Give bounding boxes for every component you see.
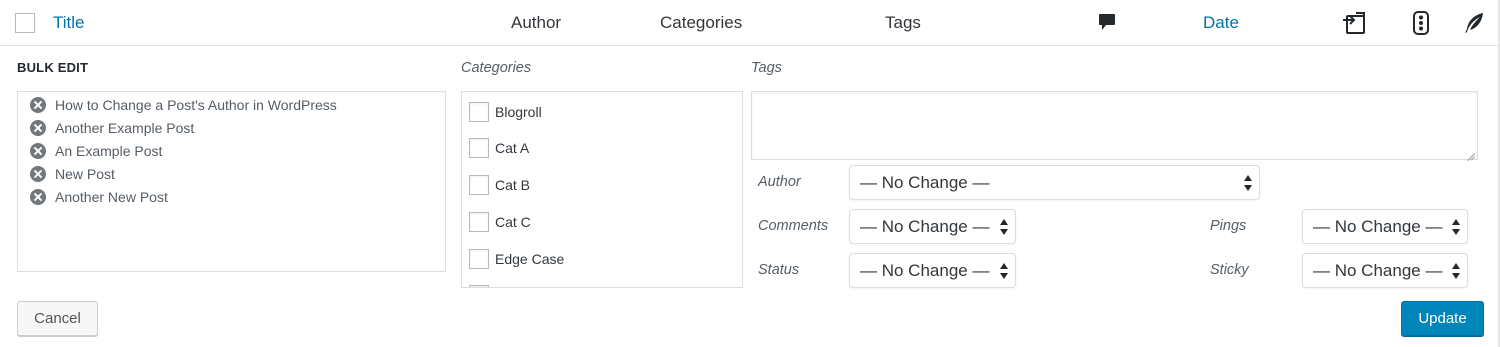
list-item-partial[interactable] — [469, 284, 495, 287]
category-checkbox[interactable] — [469, 285, 489, 287]
list-item[interactable]: Cat B — [469, 174, 530, 196]
list-item[interactable]: Cat A — [469, 137, 529, 159]
select-arrows-icon — [1000, 263, 1008, 279]
sticky-select[interactable]: — No Change — — [1302, 253, 1468, 288]
list-item: Another New Post — [30, 188, 168, 206]
list-item: How to Change a Post's Author in WordPre… — [30, 96, 337, 114]
list-item: Another Example Post — [30, 119, 194, 137]
category-checkbox[interactable] — [469, 249, 489, 269]
author-label: Author — [758, 174, 801, 190]
author-select[interactable]: — No Change — — [849, 165, 1260, 200]
post-title: An Example Post — [55, 143, 163, 159]
remove-post-icon[interactable] — [30, 97, 46, 113]
traffic-light-icon[interactable] — [1411, 11, 1431, 35]
category-checkbox[interactable] — [469, 138, 489, 158]
author-select-value: — No Change — — [860, 172, 990, 192]
status-select[interactable]: — No Change — — [849, 253, 1016, 288]
pings-label: Pings — [1210, 218, 1247, 234]
comments-label: Comments — [758, 218, 829, 234]
sticky-select-value: — No Change — — [1313, 260, 1443, 280]
category-checkbox[interactable] — [469, 175, 489, 195]
post-title: How to Change a Post's Author in WordPre… — [55, 97, 337, 113]
post-title: Another New Post — [55, 189, 168, 205]
post-title: Another Example Post — [55, 120, 195, 136]
column-tags: Tags — [885, 13, 921, 32]
category-label: Cat B — [495, 177, 531, 193]
column-title-sort-link[interactable]: Title — [53, 0, 85, 46]
pings-select-value: — No Change — — [1313, 216, 1443, 236]
column-date-sort-link[interactable]: Date — [1203, 0, 1239, 46]
list-item[interactable]: Blogroll — [469, 101, 542, 123]
update-button[interactable]: Update — [1401, 301, 1484, 336]
bulk-edit-panel: BULK EDIT How to Change a Post's Author … — [0, 47, 1500, 347]
column-author: Author — [511, 13, 562, 32]
list-item[interactable]: Cat C — [469, 211, 531, 233]
select-arrows-icon — [1452, 219, 1460, 235]
select-arrows-icon — [1244, 175, 1252, 191]
resize-grip-icon[interactable] — [1467, 149, 1475, 157]
bulk-edit-heading: BULK EDIT — [17, 60, 89, 75]
column-categories: Categories — [660, 13, 743, 32]
tags-textarea[interactable] — [751, 91, 1478, 160]
category-label: Cat C — [495, 214, 531, 230]
pings-select[interactable]: — No Change — — [1302, 209, 1468, 244]
feather-icon[interactable] — [1463, 11, 1485, 35]
sticky-label: Sticky — [1210, 262, 1249, 278]
remove-post-icon[interactable] — [30, 166, 46, 182]
tags-label: Tags — [751, 60, 782, 76]
bulk-post-list: How to Change a Post's Author in WordPre… — [17, 91, 446, 272]
remove-post-icon[interactable] — [30, 143, 46, 159]
comment-icon[interactable] — [1097, 11, 1117, 35]
select-arrows-icon — [1452, 263, 1460, 279]
list-item[interactable]: Edge Case — [469, 248, 564, 270]
category-checkbox[interactable] — [469, 102, 489, 122]
remove-post-icon[interactable] — [30, 120, 46, 136]
cancel-button[interactable]: Cancel — [17, 301, 98, 336]
status-label: Status — [758, 262, 800, 278]
category-label: Cat A — [495, 140, 530, 156]
list-table-header: Title Author Categories Tags Date — [0, 0, 1500, 46]
category-checkbox[interactable] — [469, 212, 489, 232]
list-item: New Post — [30, 165, 115, 183]
comments-select[interactable]: — No Change — — [849, 209, 1016, 244]
category-label: Edge Case — [495, 251, 565, 267]
remove-post-icon[interactable] — [30, 189, 46, 205]
select-arrows-icon — [1000, 219, 1008, 235]
post-title: New Post — [55, 166, 115, 182]
list-item: An Example Post — [30, 142, 162, 160]
export-icon[interactable] — [1341, 11, 1369, 35]
status-select-value: — No Change — — [860, 260, 990, 280]
category-checklist[interactable]: Blogroll Cat A Cat B Cat C Edge Case — [461, 91, 743, 288]
select-all-checkbox[interactable] — [15, 13, 35, 33]
comments-select-value: — No Change — — [860, 216, 990, 236]
categories-label: Categories — [461, 60, 532, 76]
category-label: Blogroll — [495, 104, 542, 120]
